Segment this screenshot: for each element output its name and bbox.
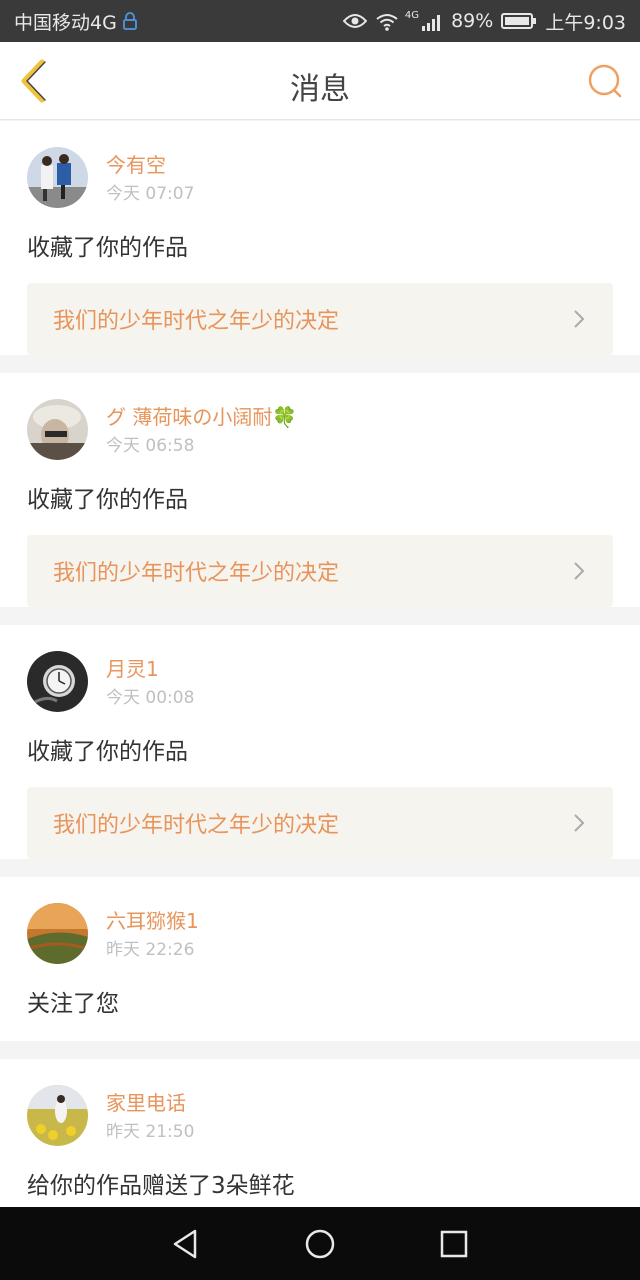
- nav-recents-button[interactable]: [437, 1227, 471, 1261]
- search-icon: [588, 64, 622, 98]
- message-user-row: グ 薄荷味の小阔耐🍀 今天 06:58: [27, 373, 613, 465]
- username[interactable]: 月灵1: [106, 657, 194, 681]
- page-title: 消息: [290, 72, 350, 107]
- username[interactable]: 今有空: [106, 153, 194, 177]
- work-link[interactable]: 我们的少年时代之年少的决定: [27, 787, 613, 859]
- work-link[interactable]: 我们的少年时代之年少的决定: [27, 535, 613, 607]
- circle-home-icon: [305, 1229, 335, 1258]
- message-action-text: 关注了您: [27, 991, 119, 1017]
- signal-icon: [421, 13, 443, 31]
- timestamp: 昨天 22:26: [106, 940, 195, 960]
- message-user-row: 月灵1 今天 00:08: [27, 625, 613, 717]
- network-type-label: 4G: [404, 10, 420, 21]
- chevron-right-icon: [574, 310, 585, 328]
- username[interactable]: 六耳猕猴1: [106, 909, 199, 933]
- timestamp: 昨天 21:50: [106, 1122, 195, 1142]
- timestamp: 今天 00:08: [106, 688, 195, 708]
- square-recents-icon: [440, 1230, 468, 1257]
- username[interactable]: グ 薄荷味の小阔耐🍀: [106, 405, 297, 429]
- timestamp: 今天 07:07: [106, 184, 195, 204]
- avatar[interactable]: [27, 1085, 88, 1146]
- chevron-right-icon: [574, 562, 585, 580]
- nav-back-button[interactable]: [169, 1227, 203, 1261]
- lock-icon: [122, 12, 137, 30]
- message-action-text: 收藏了你的作品: [27, 487, 188, 513]
- message-user-row: 六耳猕猴1 昨天 22:26: [27, 877, 613, 969]
- wifi-icon: [375, 13, 398, 31]
- battery-icon: [501, 12, 537, 30]
- avatar[interactable]: [27, 903, 88, 964]
- message-card: グ 薄荷味の小阔耐🍀 今天 06:58 收藏了你的作品 我们的少年时代之年少的决…: [0, 373, 640, 607]
- avatar[interactable]: [27, 651, 88, 712]
- status-bar: 中国移动4G 4G 89% 上午9:03: [0, 0, 640, 42]
- message-list: 今有空 今天 07:07 收藏了你的作品 我们的少年时代之年少的决定 グ 薄荷味…: [0, 121, 640, 1241]
- work-link[interactable]: 我们的少年时代之年少的决定: [27, 283, 613, 355]
- timestamp: 今天 06:58: [106, 436, 195, 456]
- clock: 上午9:03: [545, 11, 626, 34]
- message-action-text: 收藏了你的作品: [27, 235, 188, 261]
- message-user-row: 今有空 今天 07:07: [27, 121, 613, 213]
- work-title: 我们的少年时代之年少的决定: [53, 813, 340, 838]
- message-user-row: 家里电话 昨天 21:50: [27, 1059, 613, 1151]
- message-action-text: 收藏了你的作品: [27, 739, 188, 765]
- username[interactable]: 家里电话: [106, 1091, 194, 1115]
- avatar[interactable]: [27, 399, 88, 460]
- battery-percent: 89%: [451, 10, 494, 32]
- top-app-bar: 消息: [0, 42, 640, 120]
- avatar[interactable]: [27, 147, 88, 208]
- search-button[interactable]: [586, 62, 624, 100]
- message-card: 六耳猕猴1 昨天 22:26 关注了您: [0, 877, 640, 1041]
- message-card: 家里电话 昨天 21:50 给你的作品赠送了3朵鲜花: [0, 1059, 640, 1223]
- chevron-right-icon: [574, 814, 585, 832]
- triangle-back-icon: [173, 1229, 197, 1258]
- system-nav-bar: [0, 1207, 640, 1280]
- carrier-label: 中国移动4G: [14, 11, 117, 34]
- message-card: 今有空 今天 07:07 收藏了你的作品 我们的少年时代之年少的决定: [0, 121, 640, 355]
- nav-home-button[interactable]: [303, 1227, 337, 1261]
- message-card: 月灵1 今天 00:08 收藏了你的作品 我们的少年时代之年少的决定: [0, 625, 640, 859]
- eye-icon: [342, 13, 367, 29]
- work-title: 我们的少年时代之年少的决定: [53, 309, 340, 334]
- work-title: 我们的少年时代之年少的决定: [53, 561, 340, 586]
